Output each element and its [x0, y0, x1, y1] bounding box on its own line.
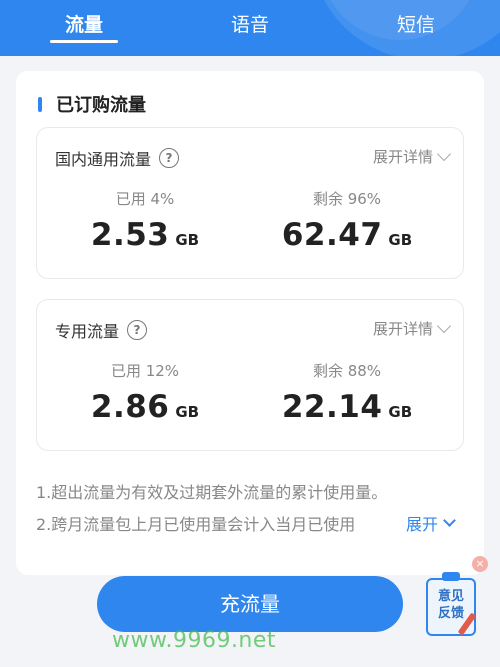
expand-details-label: 展开详情: [372, 320, 433, 338]
used-stat: 已用 12% 2.86 GB: [55, 360, 235, 425]
package-title-row: 国内通用流量 ?: [55, 146, 180, 170]
chevron-down-icon: [436, 146, 452, 161]
expand-details-label: 展开详情: [372, 148, 433, 166]
remaining-stat: 剩余 96% 62.47 GB: [257, 188, 437, 253]
used-value-row: 2.53 GB: [55, 217, 235, 253]
used-stat: 已用 4% 2.53 GB: [55, 188, 235, 253]
tab-data[interactable]: 流量: [52, 10, 116, 42]
note-item: 2.跨月流量包上月已使用量会计入当月已使用: [36, 515, 356, 534]
section-marker: [38, 96, 42, 112]
chevron-down-icon: [436, 318, 452, 333]
notes-expand-label: 展开: [406, 515, 439, 534]
active-tab-indicator: [50, 40, 118, 43]
feedback-button[interactable]: 意见 反馈: [426, 578, 476, 636]
package-card-dedicated: 专用流量 ? 展开详情 已用 12% 2.86 GB 剩余 88% 22.14 GB: [36, 299, 464, 451]
used-unit: GB: [175, 231, 200, 249]
expand-details-button[interactable]: 展开详情: [372, 318, 452, 339]
used-value: 2.86: [90, 389, 170, 425]
feedback-label-line1: 意见: [437, 589, 464, 604]
question-circle-icon[interactable]: ?: [159, 148, 180, 168]
subscribed-data-card: 已订购流量 国内通用流量 ? 展开详情 已用 4% 2.53 GB 剩余 96% …: [16, 71, 484, 575]
note-item: 1.超出流量为有效及过期套外流量的累计使用量。: [36, 483, 388, 502]
used-value-row: 2.86 GB: [55, 389, 235, 425]
used-unit: GB: [175, 403, 200, 421]
question-circle-icon[interactable]: ?: [127, 320, 148, 340]
package-card-domestic: 国内通用流量 ? 展开详情 已用 4% 2.53 GB 剩余 96% 62.47 G…: [36, 127, 464, 279]
used-label: 已用 12%: [110, 362, 180, 380]
section-title: 已订购流量: [56, 95, 146, 116]
feedback-widget[interactable]: 意见 反馈 ×: [424, 556, 488, 638]
top-tab-bar: 流量 语音 短信: [0, 0, 500, 56]
tab-sms[interactable]: 短信: [384, 10, 448, 42]
remaining-value: 22.14: [281, 389, 383, 425]
tab-voice[interactable]: 语音: [218, 10, 282, 42]
close-icon[interactable]: ×: [472, 556, 488, 572]
notes-expand-button[interactable]: 展开: [404, 511, 456, 535]
remaining-unit: GB: [388, 231, 413, 249]
remaining-value-row: 22.14 GB: [257, 389, 437, 425]
package-title-row: 专用流量 ?: [55, 318, 148, 342]
used-value: 2.53: [90, 217, 170, 253]
remaining-label: 剩余 96%: [312, 190, 382, 208]
remaining-value-row: 62.47 GB: [257, 217, 437, 253]
remaining-unit: GB: [388, 403, 413, 421]
chevron-down-icon: [443, 514, 456, 527]
remaining-stat: 剩余 88% 22.14 GB: [257, 360, 437, 425]
section-header: 已订购流量: [38, 91, 146, 117]
remaining-value: 62.47: [281, 217, 383, 253]
top-up-data-button[interactable]: 充流量: [97, 576, 403, 632]
used-label: 已用 4%: [115, 190, 175, 208]
remaining-label: 剩余 88%: [312, 362, 382, 380]
package-title: 国内通用流量: [55, 150, 152, 169]
clipboard-clip-icon: [442, 572, 460, 581]
expand-details-button[interactable]: 展开详情: [372, 146, 452, 167]
watermark: www.9969.net: [112, 628, 277, 653]
package-title: 专用流量: [55, 322, 120, 341]
